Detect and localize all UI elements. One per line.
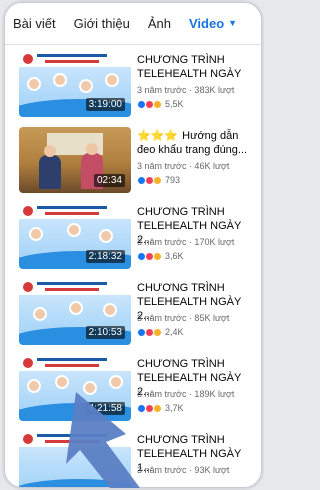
star-icon: ⭐⭐⭐ xyxy=(137,130,179,142)
video-duration: 3:19:00 xyxy=(85,98,125,111)
reaction-count: 3,7K xyxy=(165,403,184,413)
video-meta: 3 năm trước · 46K lượt xyxy=(137,161,230,171)
video-meta: 3 năm trước · 189K lượt xyxy=(137,389,235,399)
video-meta: 3 năm trước · 85K lượt xyxy=(137,313,230,323)
care-icon xyxy=(153,99,162,109)
video-duration: 2:18:32 xyxy=(85,250,125,263)
video-thumbnail[interactable]: 2:10:53 xyxy=(19,279,131,345)
video-item[interactable]: 2:18:32 CHƯƠNG TRÌNH TELEHEALTH NGÀY 2..… xyxy=(5,199,261,275)
video-thumbnail[interactable]: 3:19:00 xyxy=(19,51,131,117)
video-meta: 3 năm trước · 170K lượt xyxy=(137,237,235,247)
reactions: 793 xyxy=(137,175,180,185)
care-icon xyxy=(153,403,162,413)
care-icon xyxy=(153,175,162,185)
video-duration: 2:10:53 xyxy=(85,326,125,339)
video-meta: 3 năm trước · 383K lượt xyxy=(137,85,235,95)
profile-tabs: Bài viết Giới thiệu Ảnh Video ▼ xyxy=(5,3,261,45)
reaction-count: 3,6K xyxy=(165,251,184,261)
tab-photos[interactable]: Ảnh xyxy=(148,16,171,31)
video-thumbnail[interactable]: 2:18:32 xyxy=(19,203,131,269)
tab-video[interactable]: Video ▼ xyxy=(189,16,237,31)
reaction-count: 2,4K xyxy=(165,327,184,337)
reactions: 2,4K xyxy=(137,327,184,337)
care-icon xyxy=(153,327,162,337)
video-title[interactable]: CHƯƠNG TRÌNH TELEHEALTH NGÀY xyxy=(137,53,257,81)
reactions: 5,5K xyxy=(137,99,184,109)
pointer-arrow-icon xyxy=(66,392,140,488)
reactions: 3,6K xyxy=(137,251,184,261)
video-thumbnail[interactable]: 02:34 xyxy=(19,127,131,193)
video-meta: 3 năm trước · 93K lượt xyxy=(137,465,230,475)
chevron-down-icon: ▼ xyxy=(228,18,238,28)
video-duration: 02:34 xyxy=(93,174,125,187)
video-item[interactable]: 3:19:00 CHƯƠNG TRÌNH TELEHEALTH NGÀY 3 n… xyxy=(5,47,261,123)
video-item[interactable]: 02:34 ⭐⭐⭐ Hướng dẫn đeo khẩu trang đúng.… xyxy=(5,123,261,199)
tab-posts[interactable]: Bài viết xyxy=(13,16,56,31)
tab-about[interactable]: Giới thiệu xyxy=(74,16,130,31)
tab-video-label: Video xyxy=(189,16,225,31)
video-title[interactable]: ⭐⭐⭐ Hướng dẫn đeo khẩu trang đúng... xyxy=(137,129,257,157)
reaction-count: 793 xyxy=(165,175,181,185)
video-item[interactable]: 2:10:53 CHƯƠNG TRÌNH TELEHEALTH NGÀY 2..… xyxy=(5,275,261,351)
care-icon xyxy=(153,251,162,261)
reaction-count: 5,5K xyxy=(165,99,184,109)
